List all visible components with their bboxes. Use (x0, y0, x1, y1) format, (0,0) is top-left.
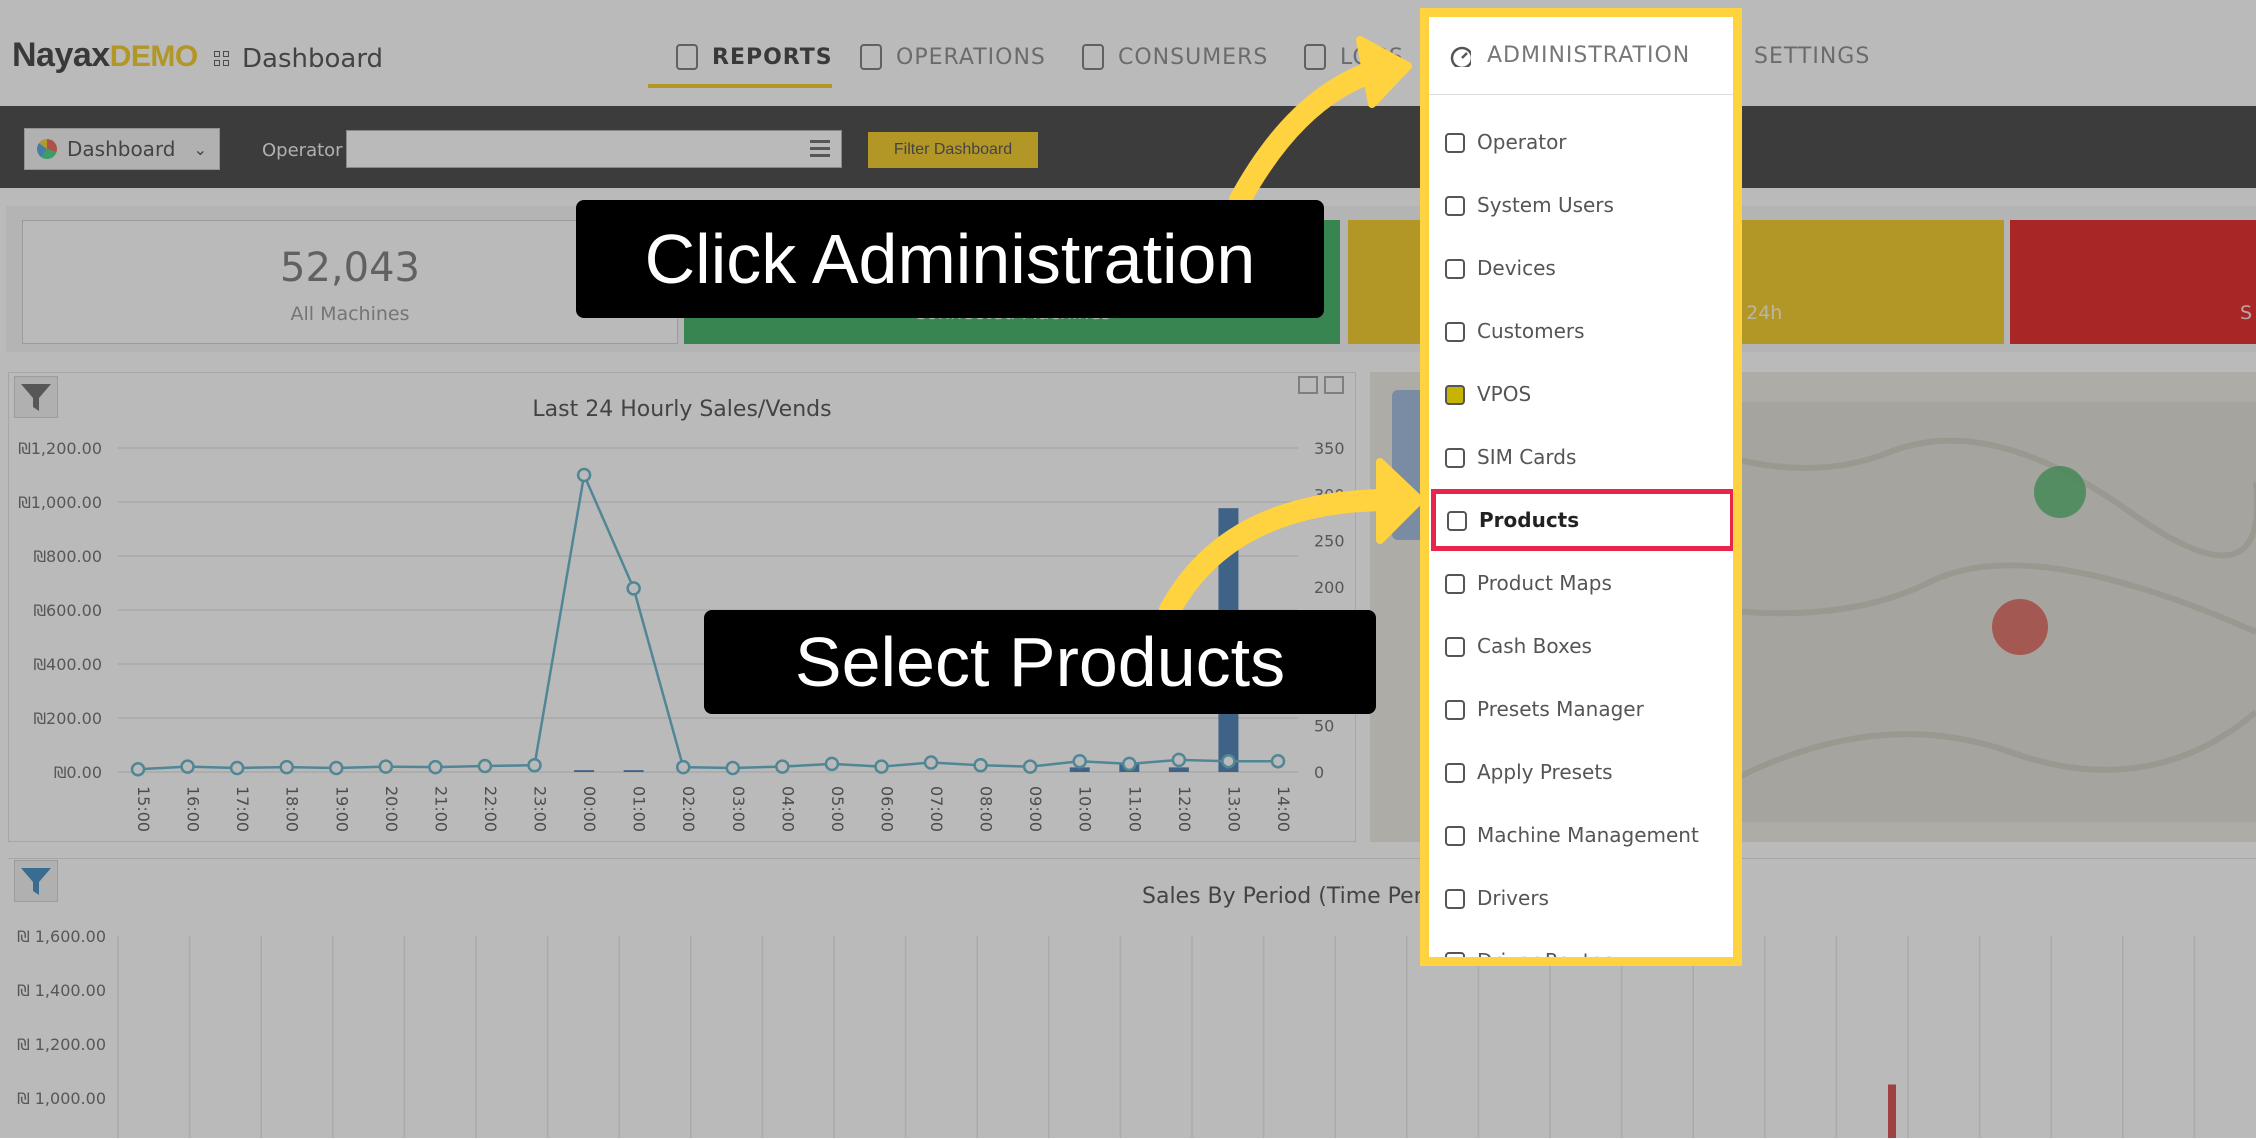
arrow-to-administration (1229, 57, 1396, 211)
arrow-head-administration (1356, 36, 1412, 108)
tutorial-arrows (1159, 36, 1424, 621)
arrow-head-products (1376, 458, 1424, 544)
callout-click-administration: Click Administration (576, 200, 1324, 318)
callout-select-products: Select Products (704, 610, 1376, 714)
arrow-to-products (1159, 489, 1401, 621)
